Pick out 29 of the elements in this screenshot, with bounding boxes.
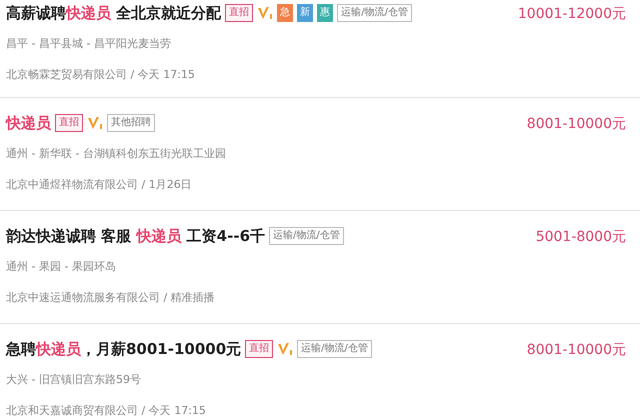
category-tag: 运输/物流/仓管 [337,4,412,22]
category-tag: 其他招聘 [107,114,155,132]
v-icon [87,115,103,131]
direct-hire-tag: 直招 [225,4,254,22]
salary: 8001-10000元 [526,341,626,360]
salary: 10001-12000元 [518,5,626,24]
job-title[interactable]: 韵达快递诚聘 客服 快递员 工资4--6千 [6,224,266,248]
v-icon [277,341,294,357]
salary: 5001-8000元 [536,228,626,247]
salary: 8001-10000元 [526,115,626,134]
job-location: 大兴 - 旧宫镇旧宫东路59号 [6,372,142,388]
job-title[interactable]: 高薪诚聘快递员 全北京就近分配 [6,2,222,24]
benefit-tag: 惠 [317,4,334,22]
company-and-date: 北京中通煜祥物流有限公司 / 1月26日 [6,176,193,192]
company-and-date: 北京中速运通物流服务有限公司 / 精准插播 [6,290,216,306]
category-tag: 运输/物流/仓管 [297,340,372,358]
job-title[interactable]: 急聘快递员，月薪8001-10000元 [6,338,242,360]
direct-hire-tag: 直招 [55,114,83,132]
urgent-tag: 急 [277,4,294,22]
category-tag: 运输/物流/仓管 [269,227,344,245]
v-icon [257,5,274,21]
company-and-date: 北京畅霖芝贸易有限公司 / 今天 17:15 [6,66,196,82]
job-location: 昌平 - 昌平县城 - 昌平阳光麦当劳 [6,36,172,52]
new-tag: 新 [297,4,314,22]
job-location: 通州 - 新华联 - 台湖镇科创东五街光联工业园 [6,146,226,162]
job-location: 通州 - 果园 - 果园环岛 [6,259,117,275]
direct-hire-tag: 直招 [245,340,274,358]
company-and-date: 北京和天嘉诚商贸有限公司 / 今天 17:15 [6,402,207,417]
job-title[interactable]: 快递员 [6,112,51,134]
